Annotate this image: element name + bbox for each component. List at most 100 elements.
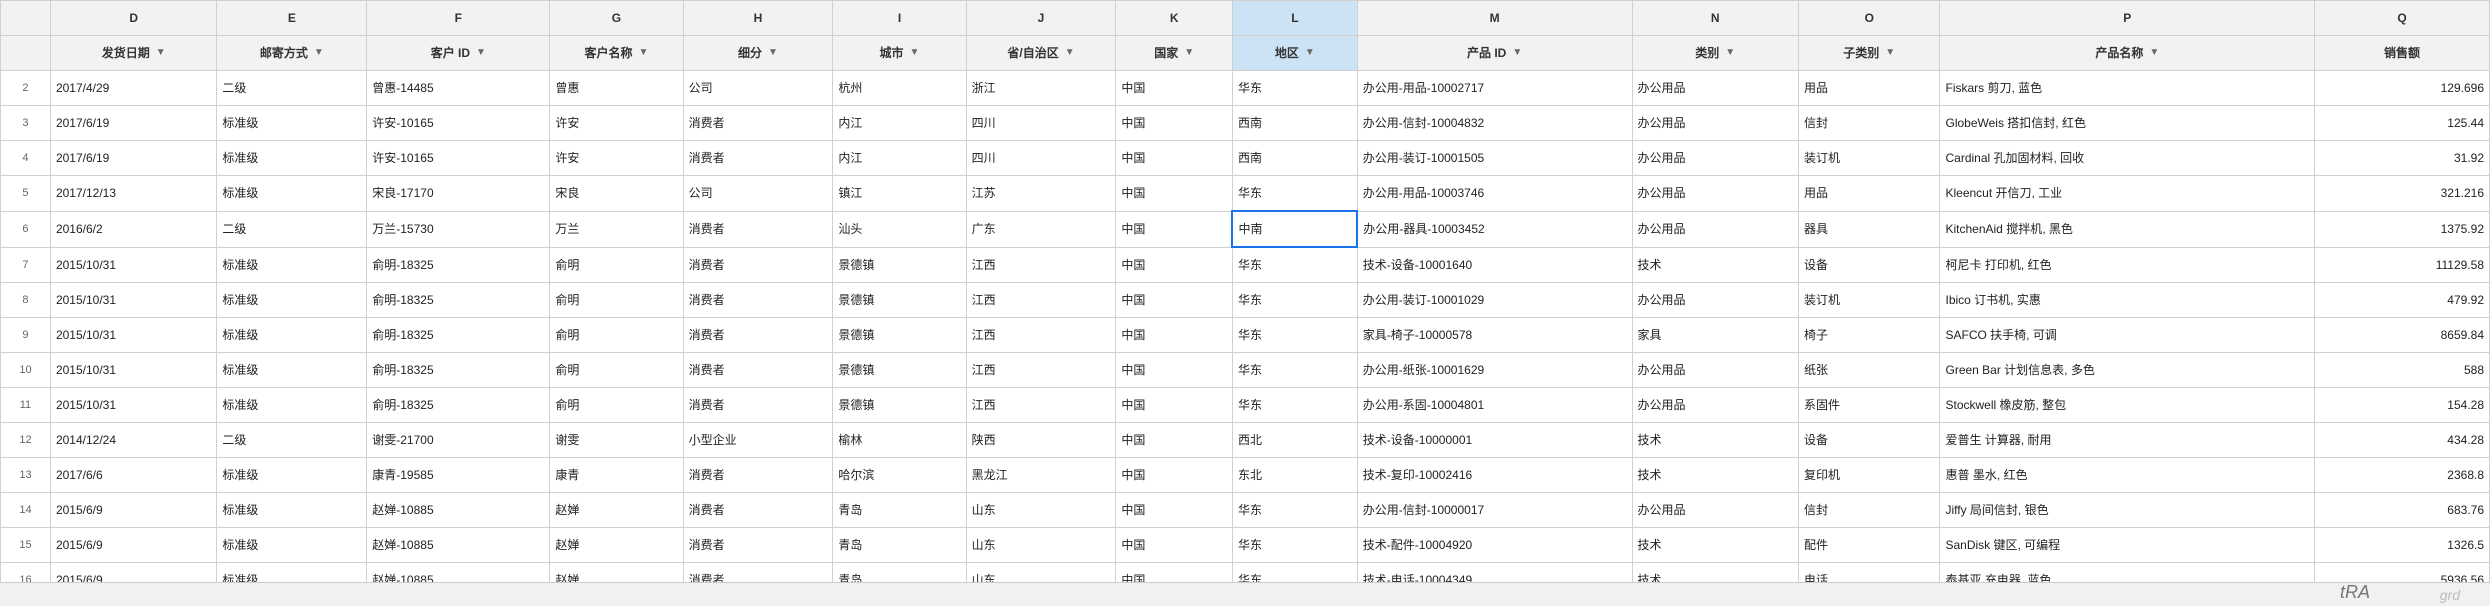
cell-k[interactable]: 中国 <box>1116 106 1233 141</box>
cell-g[interactable]: 康青 <box>550 458 683 493</box>
cell-p[interactable]: 惠普 墨水, 红色 <box>1940 458 2315 493</box>
cell-j[interactable]: 黑龙江 <box>966 458 1116 493</box>
cell-m[interactable]: 家具-椅子-10000578 <box>1357 318 1632 353</box>
cell-q[interactable]: 129.696 <box>2315 71 2490 106</box>
cell-i[interactable]: 青岛 <box>833 528 966 563</box>
cell-d[interactable]: 2015/10/31 <box>50 283 216 318</box>
filter-icon-D[interactable]: ▼ <box>156 38 166 68</box>
cell-l[interactable]: 华东 <box>1232 388 1357 423</box>
cell-n[interactable]: 办公用品 <box>1632 211 1798 247</box>
cell-d[interactable]: 2014/12/24 <box>50 423 216 458</box>
cell-e[interactable]: 标准级 <box>217 318 367 353</box>
cell-n[interactable]: 办公用品 <box>1632 71 1798 106</box>
cell-e[interactable]: 标准级 <box>217 493 367 528</box>
cell-g[interactable]: 许安 <box>550 106 683 141</box>
cell-e[interactable]: 二级 <box>217 71 367 106</box>
cell-f[interactable]: 许安-10165 <box>367 106 550 141</box>
cell-e[interactable]: 标准级 <box>217 247 367 283</box>
cell-o[interactable]: 装订机 <box>1798 283 1940 318</box>
cell-n[interactable]: 办公用品 <box>1632 176 1798 212</box>
cell-e[interactable]: 标准级 <box>217 528 367 563</box>
cell-q[interactable]: 1375.92 <box>2315 211 2490 247</box>
cell-l[interactable]: 华东 <box>1232 283 1357 318</box>
cell-f[interactable]: 曾惠-14485 <box>367 71 550 106</box>
cell-e[interactable]: 二级 <box>217 211 367 247</box>
cell-l[interactable]: 华东 <box>1232 493 1357 528</box>
cell-l[interactable]: 西北 <box>1232 423 1357 458</box>
col-letter-O[interactable]: O <box>1798 1 1940 36</box>
cell-p[interactable]: SAFCO 扶手椅, 可调 <box>1940 318 2315 353</box>
cell-f[interactable]: 谢雯-21700 <box>367 423 550 458</box>
cell-h[interactable]: 小型企业 <box>683 423 833 458</box>
cell-l[interactable]: 东北 <box>1232 458 1357 493</box>
cell-k[interactable]: 中国 <box>1116 388 1233 423</box>
cell-i[interactable]: 镇江 <box>833 176 966 212</box>
header-E[interactable]: 邮寄方式 ▼ <box>217 36 367 71</box>
filter-icon-H[interactable]: ▼ <box>768 38 778 68</box>
filter-icon-I[interactable]: ▼ <box>910 38 920 68</box>
cell-m[interactable]: 办公用-纸张-10001629 <box>1357 353 1632 388</box>
cell-p[interactable]: Jiffy 局间信封, 银色 <box>1940 493 2315 528</box>
cell-p[interactable]: 爱普生 计算器, 耐用 <box>1940 423 2315 458</box>
col-letter-K[interactable]: K <box>1116 1 1233 36</box>
cell-o[interactable]: 系固件 <box>1798 388 1940 423</box>
cell-j[interactable]: 陕西 <box>966 423 1116 458</box>
cell-k[interactable]: 中国 <box>1116 141 1233 176</box>
cell-i[interactable]: 景德镇 <box>833 318 966 353</box>
cell-n[interactable]: 办公用品 <box>1632 283 1798 318</box>
cell-m[interactable]: 办公用-用品-10002717 <box>1357 71 1632 106</box>
cell-l[interactable]: 华东 <box>1232 71 1357 106</box>
cell-p[interactable]: SanDisk 键区, 可编程 <box>1940 528 2315 563</box>
col-letter-N[interactable]: N <box>1632 1 1798 36</box>
cell-n[interactable]: 办公用品 <box>1632 388 1798 423</box>
cell-h[interactable]: 消费者 <box>683 283 833 318</box>
cell-f[interactable]: 俞明-18325 <box>367 318 550 353</box>
cell-h[interactable]: 消费者 <box>683 211 833 247</box>
cell-i[interactable]: 景德镇 <box>833 353 966 388</box>
cell-i[interactable]: 内江 <box>833 106 966 141</box>
cell-p[interactable]: 柯尼卡 打印机, 红色 <box>1940 247 2315 283</box>
cell-j[interactable]: 江西 <box>966 353 1116 388</box>
cell-k[interactable]: 中国 <box>1116 353 1233 388</box>
cell-p[interactable]: Cardinal 孔加固材料, 回收 <box>1940 141 2315 176</box>
cell-o[interactable]: 纸张 <box>1798 353 1940 388</box>
col-letter-Q[interactable]: Q <box>2315 1 2490 36</box>
header-Q[interactable]: 销售额 <box>2315 36 2490 71</box>
header-I[interactable]: 城市 ▼ <box>833 36 966 71</box>
cell-f[interactable]: 俞明-18325 <box>367 247 550 283</box>
cell-m[interactable]: 办公用-用品-10003746 <box>1357 176 1632 212</box>
cell-f[interactable]: 赵婵-10885 <box>367 528 550 563</box>
header-O[interactable]: 子类别 ▼ <box>1798 36 1940 71</box>
cell-h[interactable]: 消费者 <box>683 141 833 176</box>
cell-n[interactable]: 办公用品 <box>1632 353 1798 388</box>
cell-h[interactable]: 消费者 <box>683 528 833 563</box>
cell-l[interactable]: 华东 <box>1232 247 1357 283</box>
cell-k[interactable]: 中国 <box>1116 211 1233 247</box>
cell-j[interactable]: 山东 <box>966 493 1116 528</box>
cell-g[interactable]: 赵婵 <box>550 528 683 563</box>
filter-icon-K[interactable]: ▼ <box>1184 38 1194 68</box>
cell-o[interactable]: 复印机 <box>1798 458 1940 493</box>
cell-i[interactable]: 杭州 <box>833 71 966 106</box>
cell-i[interactable]: 景德镇 <box>833 388 966 423</box>
cell-q[interactable]: 154.28 <box>2315 388 2490 423</box>
col-letter-M[interactable]: M <box>1357 1 1632 36</box>
cell-n[interactable]: 技术 <box>1632 528 1798 563</box>
cell-k[interactable]: 中国 <box>1116 283 1233 318</box>
header-D[interactable]: 发货日期 ▼ <box>50 36 216 71</box>
filter-icon-P[interactable]: ▼ <box>2149 38 2159 68</box>
header-M[interactable]: 产品 ID ▼ <box>1357 36 1632 71</box>
cell-h[interactable]: 消费者 <box>683 458 833 493</box>
cell-j[interactable]: 江西 <box>966 318 1116 353</box>
cell-o[interactable]: 设备 <box>1798 247 1940 283</box>
cell-l[interactable]: 华东 <box>1232 176 1357 212</box>
cell-d[interactable]: 2017/6/19 <box>50 141 216 176</box>
col-letter-F[interactable]: F <box>367 1 550 36</box>
cell-j[interactable]: 江西 <box>966 247 1116 283</box>
cell-l[interactable]: 西南 <box>1232 141 1357 176</box>
filter-icon-J[interactable]: ▼ <box>1065 38 1075 68</box>
cell-k[interactable]: 中国 <box>1116 528 1233 563</box>
cell-q[interactable]: 125.44 <box>2315 106 2490 141</box>
cell-q[interactable]: 588 <box>2315 353 2490 388</box>
cell-q[interactable]: 11129.58 <box>2315 247 2490 283</box>
